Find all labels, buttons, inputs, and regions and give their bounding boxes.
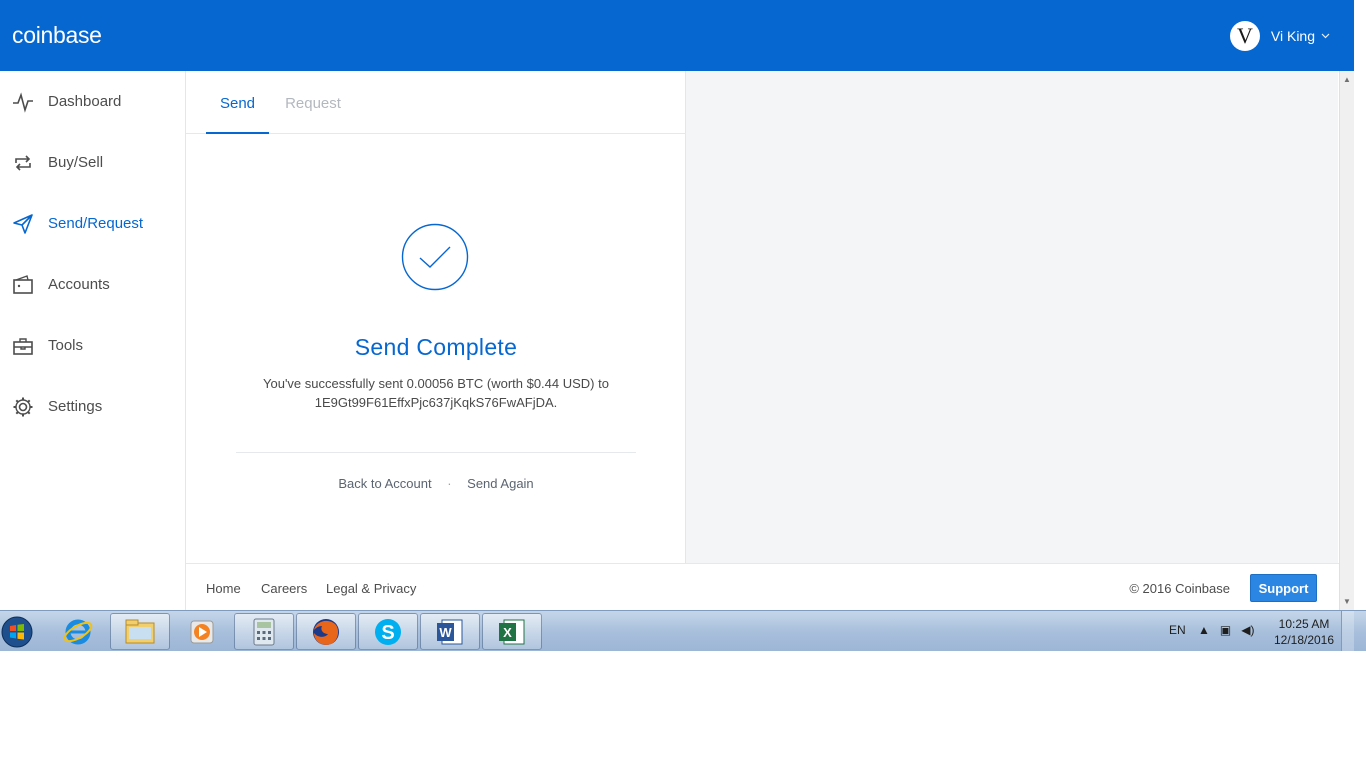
windows-start-icon[interactable] [0, 612, 38, 650]
send-request-tabs: Send Request [186, 71, 686, 134]
footer: Home Careers Legal & Privacy © 2016 Coin… [186, 563, 1339, 610]
taskbar: S W X EN ▲ ▣ ◀) 10:25 AM 12/18/2016 [0, 610, 1366, 651]
sidebar-item-label: Tools [48, 337, 84, 354]
sidebar-item-buy-sell[interactable]: Buy/Sell [0, 132, 185, 193]
sidebar-nav: Dashboard Buy/Sell Send/Request Accounts… [0, 71, 186, 610]
activity-icon [13, 91, 33, 113]
divider [236, 452, 636, 453]
media-player-icon[interactable] [172, 613, 232, 650]
clock-date: 12/18/2016 [1273, 633, 1335, 647]
svg-text:S: S [381, 622, 394, 644]
excel-icon[interactable]: X [482, 613, 542, 650]
sidebar-item-accounts[interactable]: Accounts [0, 254, 185, 315]
user-menu[interactable]: V Vi King [1229, 21, 1330, 51]
sidebar-item-label: Settings [48, 398, 103, 415]
top-bar: coinbase V Vi King [0, 0, 1354, 71]
clock-time: 10:25 AM [1278, 617, 1330, 631]
network-icon[interactable]: ▣ [1220, 623, 1231, 637]
page-scrollbar[interactable]: ▲ ▼ [1339, 71, 1354, 610]
footer-link-legal[interactable]: Legal & Privacy [326, 581, 416, 596]
system-tray: ▲ ▣ ◀) [1198, 623, 1254, 637]
send-complete-message: You've successfully sent 0.00056 BTC (wo… [226, 374, 646, 412]
user-name[interactable]: Vi King [1271, 28, 1315, 44]
show-hidden-icons-icon[interactable]: ▲ [1198, 623, 1210, 637]
calculator-icon[interactable] [234, 613, 294, 650]
wallet-icon [13, 274, 33, 294]
svg-text:X: X [503, 625, 512, 640]
footer-link-careers[interactable]: Careers [261, 581, 307, 596]
send-icon [13, 213, 33, 234]
scroll-up-icon[interactable]: ▲ [1343, 75, 1351, 84]
checkmark-icon [401, 223, 469, 291]
sidebar-item-label: Send/Request [48, 215, 144, 232]
sidebar-item-dashboard[interactable]: Dashboard [0, 71, 185, 132]
system-clock[interactable]: 10:25 AM 12/18/2016 [1270, 616, 1338, 648]
sidebar-item-label: Dashboard [48, 93, 122, 110]
window-edge [1354, 0, 1366, 651]
copyright: © 2016 Coinbase [1129, 581, 1230, 596]
sidebar-item-settings[interactable]: Settings [0, 376, 185, 437]
skype-icon[interactable]: S [358, 613, 418, 650]
exchange-icon [15, 154, 31, 171]
support-button[interactable]: Support [1250, 574, 1317, 602]
right-empty-area [686, 71, 1338, 563]
send-complete-title: Send Complete [354, 334, 518, 360]
volume-icon[interactable]: ◀) [1241, 623, 1254, 637]
sidebar-item-label: Buy/Sell [48, 154, 104, 171]
send-again-link[interactable]: Send Again [467, 476, 534, 491]
firefox-icon[interactable] [296, 613, 356, 650]
sidebar-item-tools[interactable]: Tools [0, 315, 185, 376]
result-links: Back to Account · Send Again [186, 476, 686, 491]
avatar[interactable]: V [1229, 21, 1260, 51]
svg-text:W: W [439, 625, 452, 640]
back-to-account-link[interactable]: Back to Account [338, 476, 431, 491]
send-panel: Send Request Send Complete You've succes… [186, 71, 686, 563]
internet-explorer-icon[interactable] [48, 613, 108, 650]
tab-send[interactable]: Send [206, 71, 269, 134]
tab-request[interactable]: Request [278, 71, 348, 134]
file-explorer-icon[interactable] [110, 613, 170, 650]
footer-link-home[interactable]: Home [206, 581, 241, 596]
language-indicator[interactable]: EN [1169, 623, 1186, 637]
sidebar-item-label: Accounts [48, 276, 110, 293]
recipient-address: 1E9Gt99F61EffxPjc637jKqkS76FwAFjDA. [314, 395, 558, 410]
message-line: You've successfully sent 0.00056 BTC (wo… [263, 376, 609, 391]
show-desktop-button[interactable] [1341, 611, 1354, 651]
coinbase-logo[interactable]: coinbase [12, 22, 102, 49]
gear-icon [13, 397, 33, 416]
sidebar-item-send-request[interactable]: Send/Request [0, 193, 185, 254]
chevron-down-icon[interactable] [1321, 31, 1330, 42]
word-icon[interactable]: W [420, 613, 480, 650]
separator: · [447, 476, 452, 491]
scroll-down-icon[interactable]: ▼ [1343, 597, 1351, 606]
toolbox-icon [13, 337, 33, 355]
